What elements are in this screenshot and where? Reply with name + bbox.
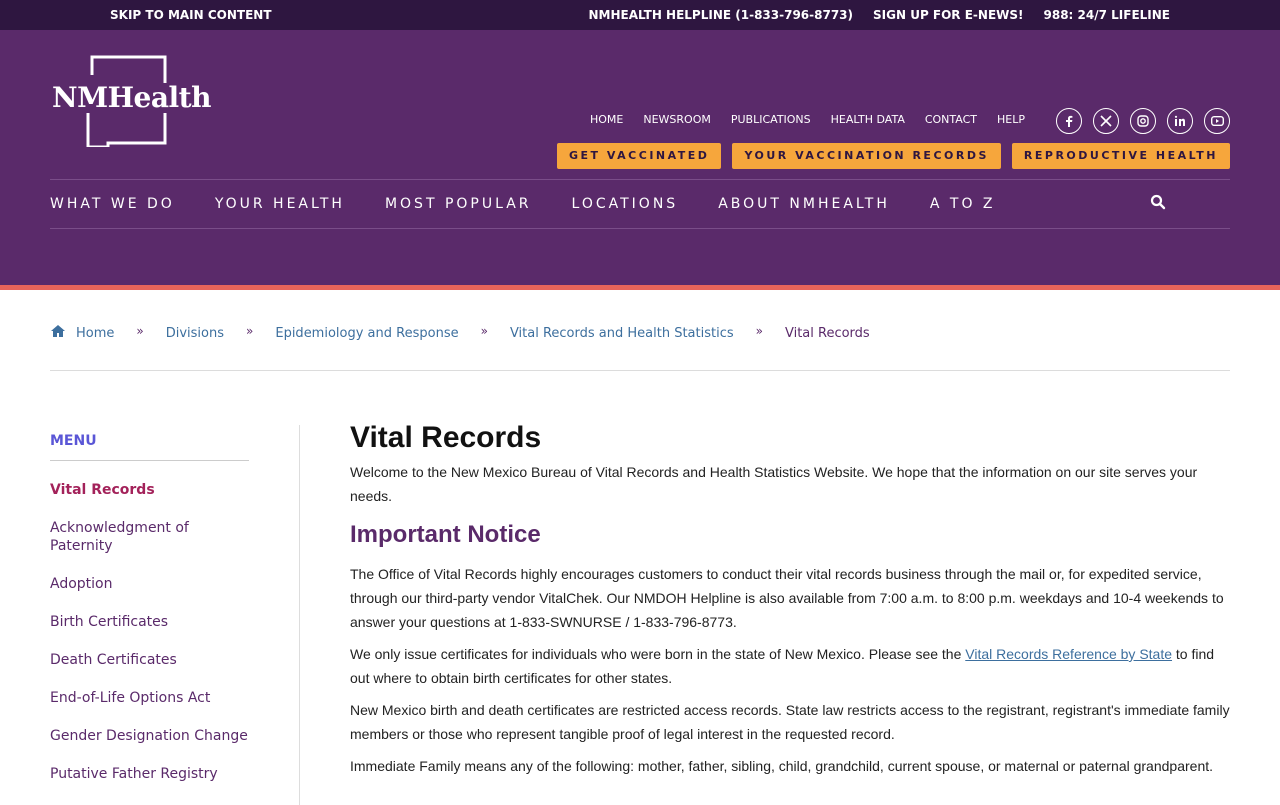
main-nav-what-we-do[interactable]: WHAT WE DO (50, 196, 175, 212)
nmhealth-logo[interactable]: NMHealth (50, 55, 211, 147)
reproductive-health-button[interactable]: REPRODUCTIVE HEALTH (1011, 143, 1230, 169)
enews-signup-link[interactable]: SIGN UP FOR E-NEWS! (873, 8, 1023, 22)
main-content: Vital Records Welcome to the New Mexico … (350, 420, 1230, 778)
sidebar-item-putative-father[interactable]: Putative Father Registry (50, 765, 249, 783)
sidebar-menu: MENU Vital Records Acknowledgment of Pat… (50, 433, 249, 783)
chevron-right-icon: » (136, 324, 144, 338)
linkedin-icon[interactable] (1167, 108, 1193, 134)
sidebar-item-paternity[interactable]: Acknowledgment of Paternity (50, 519, 249, 555)
site-header: NMHealth HOME NEWSROOM PUBLICATIONS HEAL… (0, 30, 1280, 290)
nav-health-data[interactable]: HEALTH DATA (831, 113, 905, 126)
utility-bar: SKIP TO MAIN CONTENT NMHEALTH HELPLINE (… (0, 0, 1280, 30)
cta-row: GET VACCINATED YOUR VACCINATION RECORDS … (557, 143, 1230, 169)
helpline-link[interactable]: NMHEALTH HELPLINE (1-833-796-8773) (588, 8, 853, 22)
sidebar-item-adoption[interactable]: Adoption (50, 575, 249, 593)
sidebar-item-vital-records[interactable]: Vital Records (50, 481, 249, 499)
chevron-right-icon: » (480, 324, 488, 338)
page-title: Vital Records (350, 421, 542, 454)
breadcrumb-vital-records-stats[interactable]: Vital Records and Health Statistics (510, 326, 734, 341)
breadcrumb-epidemiology[interactable]: Epidemiology and Response (275, 326, 458, 341)
get-vaccinated-button[interactable]: GET VACCINATED (557, 143, 722, 169)
notice-heading: Important Notice (350, 521, 541, 548)
nav-publications[interactable]: PUBLICATIONS (731, 113, 811, 126)
nav-newsroom[interactable]: NEWSROOM (643, 113, 711, 126)
nav-help[interactable]: HELP (997, 113, 1025, 126)
sidebar-item-death-certificates[interactable]: Death Certificates (50, 651, 249, 669)
skip-to-main-link[interactable]: SKIP TO MAIN CONTENT (110, 8, 272, 22)
search-icon[interactable] (1150, 194, 1170, 214)
home-icon (50, 324, 66, 342)
paragraph-text: We only issue certificates for individua… (350, 646, 966, 662)
sidebar-item-birth-certificates[interactable]: Birth Certificates (50, 613, 249, 631)
lifeline-link[interactable]: 988: 24/7 LIFELINE (1044, 8, 1171, 22)
facebook-icon[interactable] (1056, 108, 1082, 134)
main-nav-your-health[interactable]: YOUR HEALTH (215, 196, 345, 212)
main-nav-about[interactable]: ABOUT NMHEALTH (718, 196, 890, 212)
notice-paragraph-4: Immediate Family means any of the follow… (350, 758, 1214, 774)
breadcrumb-current: Vital Records (784, 325, 870, 341)
nav-contact[interactable]: CONTACT (925, 113, 977, 126)
youtube-icon[interactable] (1204, 108, 1230, 134)
notice-paragraph-3: New Mexico birth and death certificates … (350, 702, 1230, 742)
notice-paragraph-1: The Office of Vital Records highly encou… (350, 566, 1224, 630)
sidebar-divider (299, 425, 300, 805)
breadcrumb-home[interactable]: Home (76, 326, 114, 341)
nav-home[interactable]: HOME (590, 113, 623, 126)
main-nav-a-to-z[interactable]: A TO Z (930, 196, 996, 212)
main-nav-most-popular[interactable]: MOST POPULAR (385, 196, 532, 212)
instagram-icon[interactable] (1130, 108, 1156, 134)
breadcrumb-divider (50, 370, 1230, 371)
breadcrumb-divisions[interactable]: Divisions (166, 326, 224, 341)
intro-paragraph: Welcome to the New Mexico Bureau of Vita… (350, 464, 1198, 504)
header-accent-stripe (0, 285, 1280, 290)
utility-links: NMHEALTH HELPLINE (1-833-796-8773) SIGN … (588, 8, 1170, 22)
chevron-right-icon: » (755, 324, 763, 338)
vaccination-records-button[interactable]: YOUR VACCINATION RECORDS (732, 143, 1001, 169)
notice-paragraph-2: We only issue certificates for individua… (350, 642, 1230, 690)
breadcrumb: Home » Divisions » Epidemiology and Resp… (50, 324, 870, 342)
sidebar-item-gender-designation[interactable]: Gender Designation Change (50, 727, 249, 745)
chevron-right-icon: » (246, 324, 254, 338)
x-icon[interactable] (1093, 108, 1119, 134)
sidebar-title: MENU (50, 433, 249, 461)
main-nav-locations[interactable]: LOCATIONS (572, 196, 679, 212)
sidebar-item-end-of-life[interactable]: End-of-Life Options Act (50, 689, 249, 707)
social-links (1056, 108, 1230, 134)
vital-records-by-state-link[interactable]: Vital Records Reference by State (965, 646, 1172, 662)
secondary-nav: HOME NEWSROOM PUBLICATIONS HEALTH DATA C… (590, 113, 1025, 126)
logo-text: NMHealth (52, 81, 211, 114)
main-nav: WHAT WE DO YOUR HEALTH MOST POPULAR LOCA… (50, 179, 1230, 229)
